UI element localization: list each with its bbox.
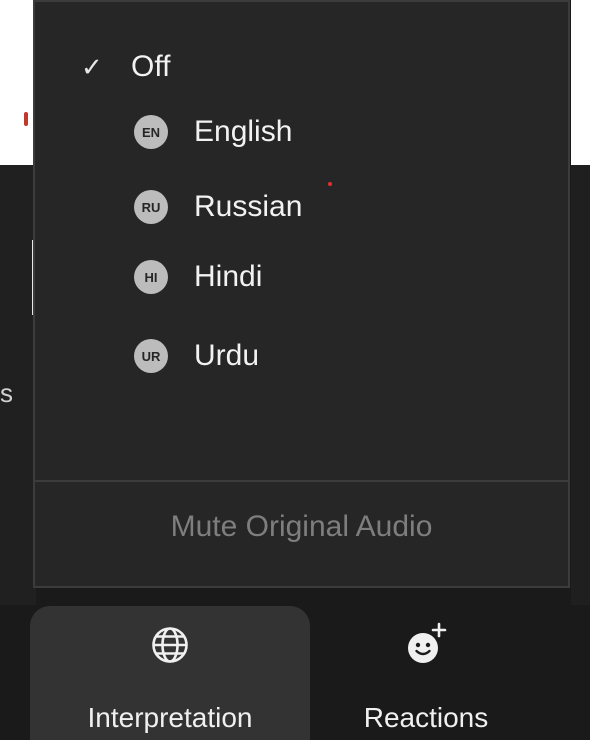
language-badge-icon: RU (134, 190, 168, 224)
notification-dot (328, 182, 332, 186)
menu-item-russian[interactable]: RU Russian (35, 172, 568, 242)
interpretation-language-menu: ✓ Off EN English RU Russian HI Hindi UR … (33, 0, 570, 588)
menu-item-label: English (194, 115, 293, 148)
menu-item-label: Hindi (194, 260, 263, 293)
background-red-mark (24, 112, 28, 126)
menu-item-label: Urdu (194, 339, 260, 372)
reactions-button[interactable]: Reactions (328, 606, 524, 740)
checkmark-icon: ✓ (81, 52, 103, 82)
menu-item-hindi[interactable]: HI Hindi (35, 242, 568, 312)
mute-original-audio-option[interactable]: Mute Original Audio (35, 510, 568, 544)
menu-item-urdu[interactable]: UR Urdu (35, 321, 568, 391)
interpretation-label: Interpretation (87, 702, 253, 733)
background-edge-text: s (0, 378, 13, 408)
background-panel-right (571, 165, 590, 605)
interpretation-button[interactable]: Interpretation (30, 606, 310, 740)
language-badge-icon: HI (134, 260, 168, 294)
language-badge-icon: EN (134, 115, 168, 149)
reactions-label: Reactions (363, 702, 489, 733)
menu-divider (35, 480, 568, 482)
background-app-strip-left (0, 0, 36, 165)
smiley-add-icon (401, 620, 451, 670)
menu-item-english[interactable]: EN English (35, 97, 568, 167)
background-app-strip-right (571, 0, 590, 165)
menu-item-off[interactable]: ✓ Off (35, 32, 568, 102)
menu-item-label: Russian (194, 190, 303, 223)
language-badge-icon: UR (134, 339, 168, 373)
menu-item-label: Off (131, 50, 171, 83)
globe-icon (150, 620, 190, 670)
background-panel-left: s (0, 165, 36, 605)
